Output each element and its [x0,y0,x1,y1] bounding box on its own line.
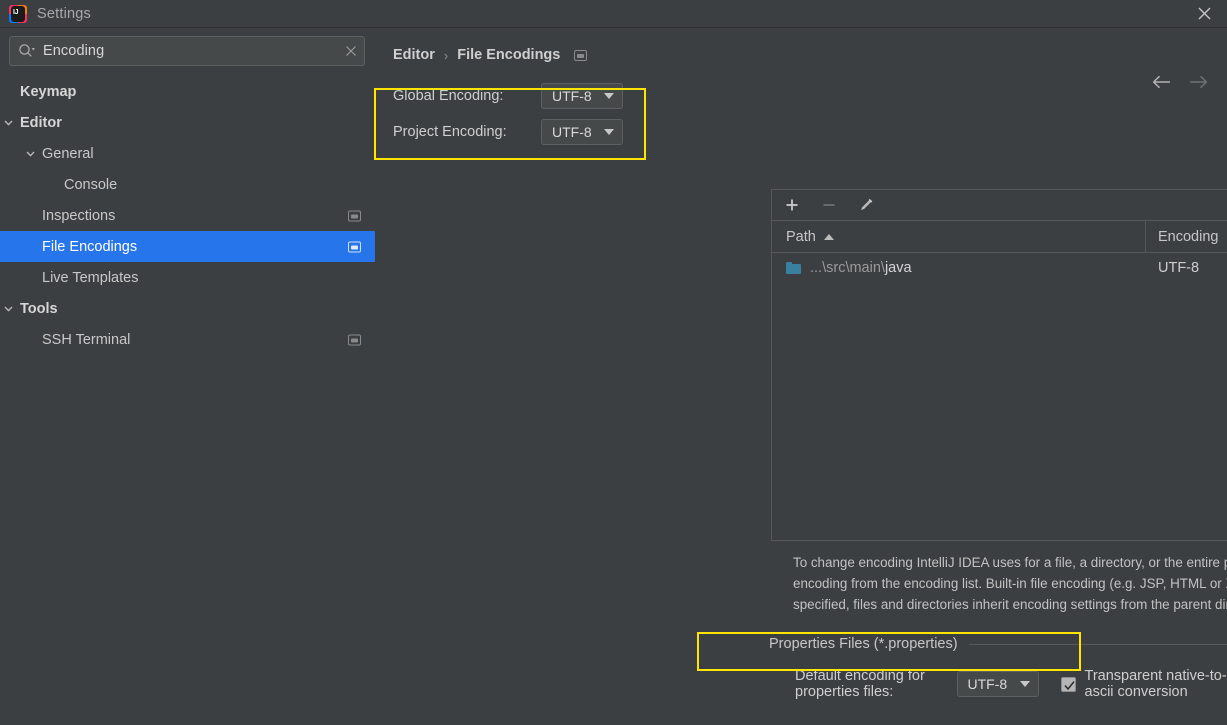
global-encoding-row: Global Encoding: UTF-8 [393,78,1227,114]
minus-icon [818,194,840,216]
sidebar-item-live-templates[interactable]: Live Templates [0,262,375,293]
breadcrumb-parent[interactable]: Editor [393,47,435,63]
cell-path: ...\src\main\java [772,260,1146,276]
properties-encoding-dropdown[interactable]: UTF-8 [956,671,1039,697]
project-scope-badge-icon [348,210,361,221]
sidebar-item-ssh-terminal[interactable]: SSH Terminal [0,324,375,355]
sidebar-item-keymap[interactable]: Keymap [0,76,375,107]
chevron-down-icon [604,93,614,99]
sidebar-item-label: Keymap [20,83,77,100]
transparent-native-to-ascii-label: Transparent native-to-ascii conversion [1084,668,1227,700]
pencil-icon[interactable] [855,194,877,216]
cell-path-prefix: ...\src\main\ [810,260,885,276]
chevron-down-icon [604,129,614,135]
sort-ascending-icon [823,233,834,240]
sidebar-item-tools[interactable]: Tools [0,293,375,324]
clear-icon[interactable] [338,38,364,64]
transparent-native-to-ascii-checkbox[interactable]: Transparent native-to-ascii conversion [1060,668,1227,700]
global-encoding-value: UTF-8 [552,88,592,104]
breadcrumb-current: File Encodings [457,47,561,63]
chevron-down-icon[interactable] [2,116,15,129]
project-encoding-row: Project Encoding: UTF-8 [393,114,1227,150]
project-encoding-label: Project Encoding: [393,124,507,140]
properties-encoding-value: UTF-8 [967,676,1008,692]
sidebar-item-label: Tools [20,300,58,317]
settings-sidebar: Encoding Keymap Editor General Console Inspe… [0,28,375,725]
project-encoding-dropdown[interactable]: UTF-8 [541,119,623,145]
project-encoding-value: UTF-8 [552,124,592,140]
sidebar-item-inspections[interactable]: Inspections [0,200,375,231]
plus-icon[interactable] [781,194,803,216]
project-scope-badge-icon [348,334,361,345]
sidebar-item-file-encodings[interactable]: File Encodings [0,231,375,262]
checkbox-box [1060,676,1076,692]
column-header-path-label: Path [786,228,816,245]
folder-icon [786,262,801,274]
breadcrumb-separator: › [443,47,449,63]
cell-encoding[interactable]: UTF-8 [1146,260,1199,276]
table-toolbar [772,190,1227,221]
sidebar-item-label: Live Templates [42,269,139,286]
table-row[interactable]: ...\src\main\java UTF-8 [772,253,1227,283]
settings-tree: Keymap Editor General Console Inspections Fil… [0,76,375,355]
table-header-row: Path Encoding [772,221,1227,253]
sidebar-item-label: Console [64,176,118,193]
search-icon [18,43,36,59]
sidebar-item-label: SSH Terminal [42,331,131,348]
chevron-down-icon [1019,681,1030,687]
global-encoding-dropdown[interactable]: UTF-8 [541,83,623,109]
search-field[interactable]: Encoding [9,36,365,66]
encoding-settings-group: Global Encoding: UTF-8 Project Encoding:… [393,78,1227,150]
project-scope-badge-icon [348,241,361,252]
breadcrumb: Editor › File Encodings [393,38,1227,72]
intellij-idea-logo-icon [9,4,27,23]
help-description: To change encoding IntelliJ IDEA uses fo… [793,555,1227,612]
properties-default-encoding-row: Default encoding for properties files: U… [795,668,1227,700]
search-input[interactable]: Encoding [43,43,338,59]
sidebar-item-label: File Encodings [42,238,138,255]
properties-files-section-title: Properties Files (*.properties) [769,636,958,652]
close-icon[interactable] [1181,0,1227,27]
column-header-encoding-label: Encoding [1158,228,1219,245]
properties-files-section-header: Properties Files (*.properties) [769,636,1227,652]
file-encodings-table-panel: Path Encoding ...\src\main\java UTF-8 [771,189,1227,541]
window-title: Settings [37,5,91,22]
sidebar-item-console[interactable]: Console [0,169,375,200]
chevron-down-icon[interactable] [24,147,37,160]
sidebar-item-label: General [42,145,94,162]
global-encoding-label: Global Encoding: [393,88,504,104]
title-bar: Settings [0,0,1227,28]
cell-path-name: java [884,260,912,276]
chevron-down-icon[interactable] [2,302,15,315]
column-header-path[interactable]: Path [772,221,1146,252]
table-body: ...\src\main\java UTF-8 [772,253,1227,283]
default-encoding-label: Default encoding for properties files: [795,668,925,700]
project-scope-badge-icon [574,49,588,61]
settings-content-pane: Editor › File Encodings Global Encoding: [375,28,1227,725]
sidebar-item-editor[interactable]: Editor [0,107,375,138]
sidebar-item-general[interactable]: General [0,138,375,169]
sidebar-item-label: Inspections [42,207,116,224]
section-divider [968,643,1227,645]
column-header-encoding[interactable]: Encoding [1146,229,1218,245]
sidebar-item-label: Editor [20,114,62,131]
